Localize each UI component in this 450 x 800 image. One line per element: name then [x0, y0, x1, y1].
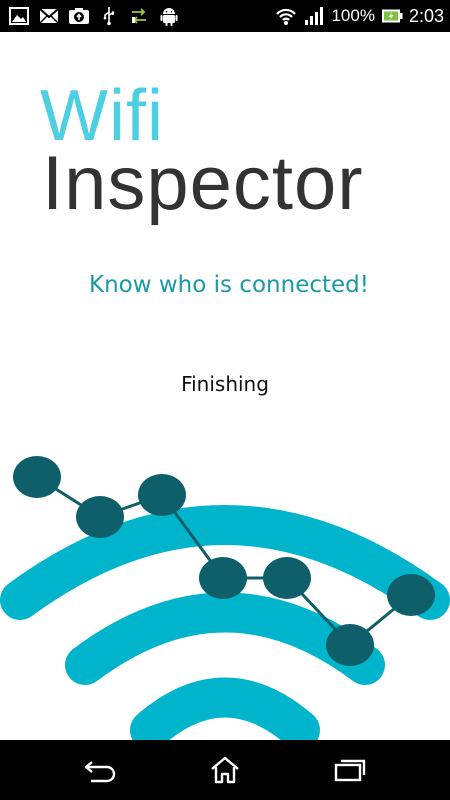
wifi-arc-middle [65, 592, 385, 685]
data-transfer-icon [128, 5, 150, 27]
battery-percent: 100% [331, 6, 375, 25]
tagline: Know who is connected! [89, 272, 369, 298]
system-indicators: 100% 2:03 [275, 4, 444, 28]
network-node [387, 574, 435, 616]
clock: 2:03 [408, 6, 444, 26]
android-icon [158, 5, 180, 27]
wifi-arcs [0, 505, 450, 740]
navigation-bar [0, 740, 450, 800]
status-bar: 100% 2:03 [0, 0, 450, 32]
battery-charging-icon [381, 5, 403, 27]
network-node [199, 557, 247, 599]
network-node [76, 496, 124, 538]
notification-icons [8, 4, 180, 28]
wifi-network-illustration [0, 456, 450, 740]
camera-upload-icon [68, 5, 90, 27]
mail-icon [38, 5, 60, 27]
back-icon [84, 761, 116, 783]
image-icon [8, 5, 30, 27]
network-node [138, 474, 186, 516]
back-button[interactable] [80, 754, 120, 786]
network-node [13, 456, 61, 498]
wifi-signal-icon [275, 5, 297, 27]
wifi-arc-inner [130, 677, 320, 740]
recent-apps-icon [334, 759, 366, 782]
usb-icon [98, 5, 120, 27]
home-icon [211, 756, 239, 784]
network-node [326, 624, 374, 666]
home-button[interactable] [205, 754, 245, 786]
loading-status: Finishing [181, 372, 269, 396]
app-title-inspector: Inspector [42, 141, 364, 226]
recent-apps-button[interactable] [330, 754, 370, 786]
cell-signal-icon [303, 5, 325, 27]
network-node [263, 557, 311, 599]
